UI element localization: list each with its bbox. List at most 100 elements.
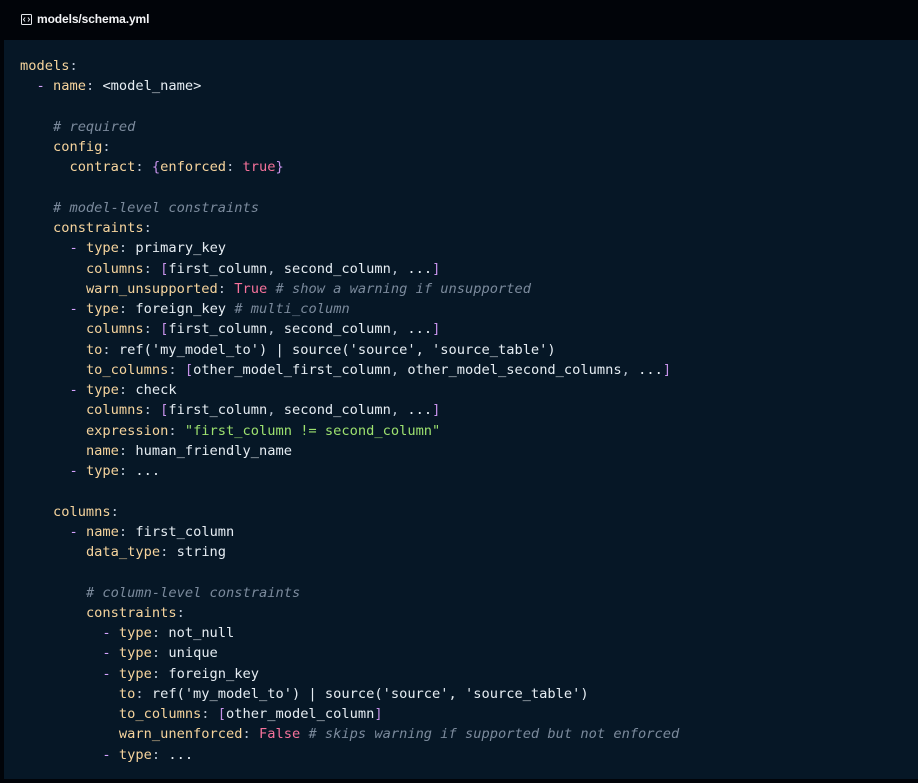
code-token: # model-level constraints xyxy=(52,199,259,216)
code-token: # column-level constraints xyxy=(85,584,301,601)
code-line: columns: [first_column, second_column, .… xyxy=(20,319,679,339)
code-token: ... xyxy=(135,463,161,479)
code-token: columns xyxy=(85,402,144,419)
code-token: warn_unenforced xyxy=(118,726,243,743)
code-token: name xyxy=(85,523,119,540)
code-token: other_model_first_column xyxy=(193,361,391,378)
code-line: - type: ... xyxy=(20,461,679,481)
code-token: primary_key xyxy=(135,240,227,257)
code-token: : xyxy=(201,706,218,722)
code-token: : xyxy=(110,503,119,520)
code-token: } xyxy=(275,159,284,176)
code-token: to_columns xyxy=(118,706,202,722)
code-line: columns: [first_column, second_column, .… xyxy=(20,400,679,420)
code-line: columns: [first_column, second_column, .… xyxy=(20,259,679,279)
code-token: # multi_column xyxy=(234,301,350,317)
code-token: models xyxy=(20,58,70,74)
code-token: : xyxy=(168,361,185,378)
code-token: : xyxy=(143,220,152,236)
code-token: columns xyxy=(52,503,111,520)
code-token: columns xyxy=(85,321,144,338)
code-token: ... xyxy=(168,746,194,763)
code-token: : xyxy=(69,58,78,74)
file-header: models/schema.yml xyxy=(0,0,918,38)
code-token: to_columns xyxy=(85,361,169,378)
code-line: warn_unenforced: False # skips warning i… xyxy=(20,724,679,744)
code-token: ref('my_model_to') | source('source', 's… xyxy=(151,685,589,702)
code-token: data_type xyxy=(85,544,161,560)
code-line: columns: xyxy=(20,502,679,522)
code-token: : xyxy=(118,382,136,398)
code-token: - xyxy=(102,645,111,662)
code-line: contract: {enforced: true} xyxy=(20,157,679,177)
code-file-icon xyxy=(21,13,32,25)
code-token: : xyxy=(118,523,136,540)
code-token: { xyxy=(151,159,161,176)
code-token: ] xyxy=(374,706,383,722)
code-token: : xyxy=(151,645,169,662)
code-line: models: xyxy=(20,56,679,76)
code-line: # required xyxy=(20,117,679,137)
code-token: False xyxy=(258,726,301,743)
code-block: models: - name: <model_name> # required … xyxy=(4,40,918,779)
code-token: foreign_key xyxy=(135,301,227,317)
code-token: # required xyxy=(52,118,136,135)
code-token: : xyxy=(217,280,235,297)
code-token: to xyxy=(118,685,136,702)
code-token: : xyxy=(176,604,185,621)
code-token: : xyxy=(143,321,161,338)
code-content: models: - name: <model_name> # required … xyxy=(20,56,679,765)
code-token: warn_unsupported xyxy=(85,280,218,297)
code-token: constraints xyxy=(52,220,144,236)
code-line: - type: foreign_key # multi_column xyxy=(20,299,679,319)
code-token: - xyxy=(69,301,78,317)
code-token: ] xyxy=(662,361,672,378)
code-token: second_column xyxy=(283,321,391,338)
code-line: expression: "first_column != second_colu… xyxy=(20,421,679,441)
code-line: - type: not_null xyxy=(20,623,679,643)
code-token: type xyxy=(85,463,119,479)
code-token: other_model_column xyxy=(226,706,375,722)
code-token: : xyxy=(226,159,243,176)
code-line: data_type: string xyxy=(20,542,679,562)
code-token: name xyxy=(52,78,86,95)
code-token: - xyxy=(102,665,111,682)
code-line: - type: unique xyxy=(20,643,679,663)
code-viewer: models/schema.yml models: - name: <model… xyxy=(0,0,918,783)
code-line: to: ref('my_model_to') | source('source'… xyxy=(20,684,679,704)
code-token: : xyxy=(102,139,111,155)
code-token: : xyxy=(151,746,169,763)
code-token: : xyxy=(160,544,177,560)
code-token: - xyxy=(102,746,111,763)
code-token: ] xyxy=(432,402,441,419)
code-token: : xyxy=(168,422,185,439)
code-token: : xyxy=(102,341,119,358)
code-token: , xyxy=(621,361,639,378)
file-path: models/schema.yml xyxy=(37,12,150,26)
code-token: # show a warning if unsupported xyxy=(275,280,531,297)
code-line: to_columns: [other_model_first_column, o… xyxy=(20,360,679,380)
code-token: : xyxy=(151,665,169,682)
code-token: : xyxy=(135,685,152,702)
